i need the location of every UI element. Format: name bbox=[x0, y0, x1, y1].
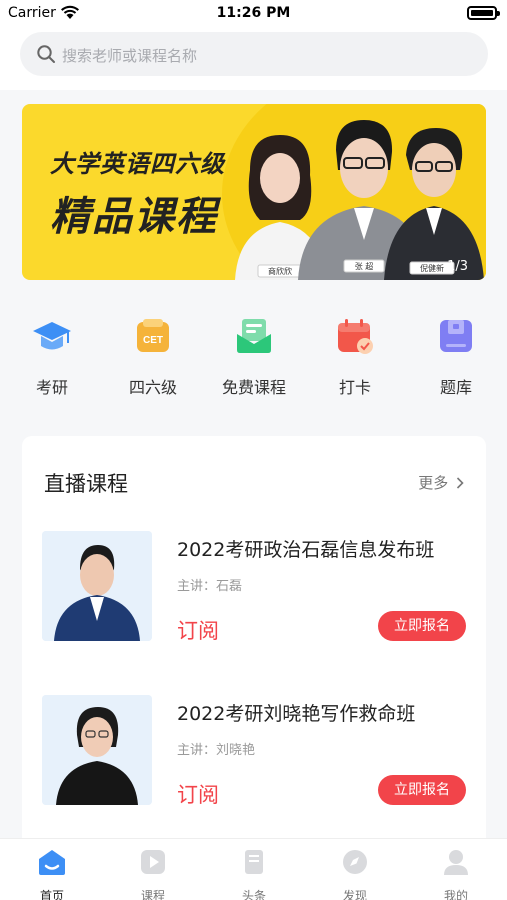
calendar-check-icon bbox=[338, 319, 373, 354]
more-link[interactable]: 更多 bbox=[418, 472, 464, 493]
compass-icon bbox=[343, 850, 367, 874]
nav-item-label: 题库 bbox=[439, 378, 472, 397]
section-title: 直播课程 bbox=[44, 472, 128, 496]
search-input[interactable]: 搜索老师或课程名称 bbox=[20, 32, 488, 76]
chevron-right-icon bbox=[456, 477, 464, 489]
nav-item-label: 免费课程 bbox=[221, 378, 286, 397]
banner-title-line2: 精品课程 bbox=[50, 194, 218, 240]
graduation-cap-icon bbox=[33, 322, 71, 350]
bottom-tab-bar: 首页 课程 头条 发现 我的 bbox=[0, 838, 507, 900]
course-thumbnail bbox=[42, 695, 152, 805]
course-item[interactable]: 2022考研刘晓艳写作救命班 主讲：刘晓艳 订阅 立即报名 bbox=[42, 695, 466, 807]
banner-title-line1: 大学英语四六级 bbox=[50, 150, 225, 178]
subscribe-link[interactable]: 订阅 bbox=[177, 779, 219, 809]
clock: 11:26 PM bbox=[216, 5, 291, 21]
banner-page-indicator: 1/3 bbox=[447, 259, 468, 274]
subscribe-link[interactable]: 订阅 bbox=[177, 615, 219, 645]
tab-profile[interactable]: 我的 bbox=[416, 847, 496, 900]
question-bank-icon bbox=[440, 320, 472, 352]
search-placeholder: 搜索老师或课程名称 bbox=[62, 47, 198, 65]
cet-icon: CET bbox=[137, 319, 169, 352]
nav-item-label: 打卡 bbox=[338, 378, 371, 397]
nav-item-free-courses[interactable]: 免费课程 bbox=[214, 316, 294, 398]
tab-label: 首页 bbox=[39, 889, 64, 900]
live-courses-section: 直播课程 更多 2022考研政治石磊信息发布班 主讲：石磊 订阅 立即报名 20… bbox=[22, 436, 486, 856]
banner-teacher-photo-3: 倪健新 bbox=[384, 128, 484, 280]
home-icon bbox=[39, 850, 65, 875]
course-item[interactable]: 2022考研政治石磊信息发布班 主讲：石磊 订阅 立即报名 bbox=[42, 531, 466, 643]
banner-teacher-tag-1: 商欣欣 bbox=[268, 266, 292, 276]
promo-banner[interactable]: 大学英语四六级 精品课程 商欣欣 张 超 倪健新 1/3 bbox=[22, 104, 486, 280]
course-teacher: 主讲：石磊 bbox=[177, 579, 243, 594]
signup-button[interactable]: 立即报名 bbox=[378, 775, 466, 805]
battery-icon bbox=[467, 6, 500, 20]
search-header: 搜索老师或课程名称 bbox=[0, 28, 507, 90]
signup-button[interactable]: 立即报名 bbox=[378, 611, 466, 641]
banner-teacher-tag-3: 倪健新 bbox=[420, 263, 444, 273]
course-title: 2022考研政治石磊信息发布班 bbox=[177, 539, 435, 561]
nav-item-label: 考研 bbox=[35, 378, 68, 397]
search-icon bbox=[37, 45, 55, 63]
tab-label: 头条 bbox=[241, 889, 266, 900]
nav-item-checkin[interactable]: 打卡 bbox=[315, 316, 395, 398]
svg-text:CET: CET bbox=[143, 335, 163, 346]
more-label: 更多 bbox=[418, 474, 449, 492]
tab-label: 我的 bbox=[443, 889, 468, 900]
nav-item-question-bank[interactable]: 题库 bbox=[416, 316, 496, 398]
tab-headlines[interactable]: 头条 bbox=[214, 847, 294, 900]
status-bar: Carrier 11:26 PM bbox=[0, 0, 507, 28]
tab-label: 发现 bbox=[342, 889, 367, 900]
banner-teacher-tag-2: 张 超 bbox=[355, 261, 374, 271]
user-icon bbox=[444, 850, 468, 875]
tab-discover[interactable]: 发现 bbox=[315, 847, 395, 900]
play-icon bbox=[141, 850, 165, 874]
course-title: 2022考研刘晓艳写作救命班 bbox=[177, 703, 416, 725]
nav-item-kaoyan[interactable]: 考研 bbox=[12, 316, 92, 398]
tab-courses[interactable]: 课程 bbox=[113, 847, 193, 900]
nav-item-label: 四六级 bbox=[128, 378, 177, 397]
tab-home[interactable]: 首页 bbox=[12, 847, 92, 900]
course-teacher: 主讲：刘晓艳 bbox=[177, 743, 256, 758]
book-icon bbox=[245, 850, 263, 874]
envelope-icon bbox=[237, 319, 271, 353]
quick-nav: 考研 CET 四六级 免费课程 打卡 题库 bbox=[0, 316, 507, 402]
tab-label: 课程 bbox=[140, 889, 165, 900]
course-thumbnail bbox=[42, 531, 152, 641]
nav-item-cet[interactable]: CET 四六级 bbox=[113, 316, 193, 398]
